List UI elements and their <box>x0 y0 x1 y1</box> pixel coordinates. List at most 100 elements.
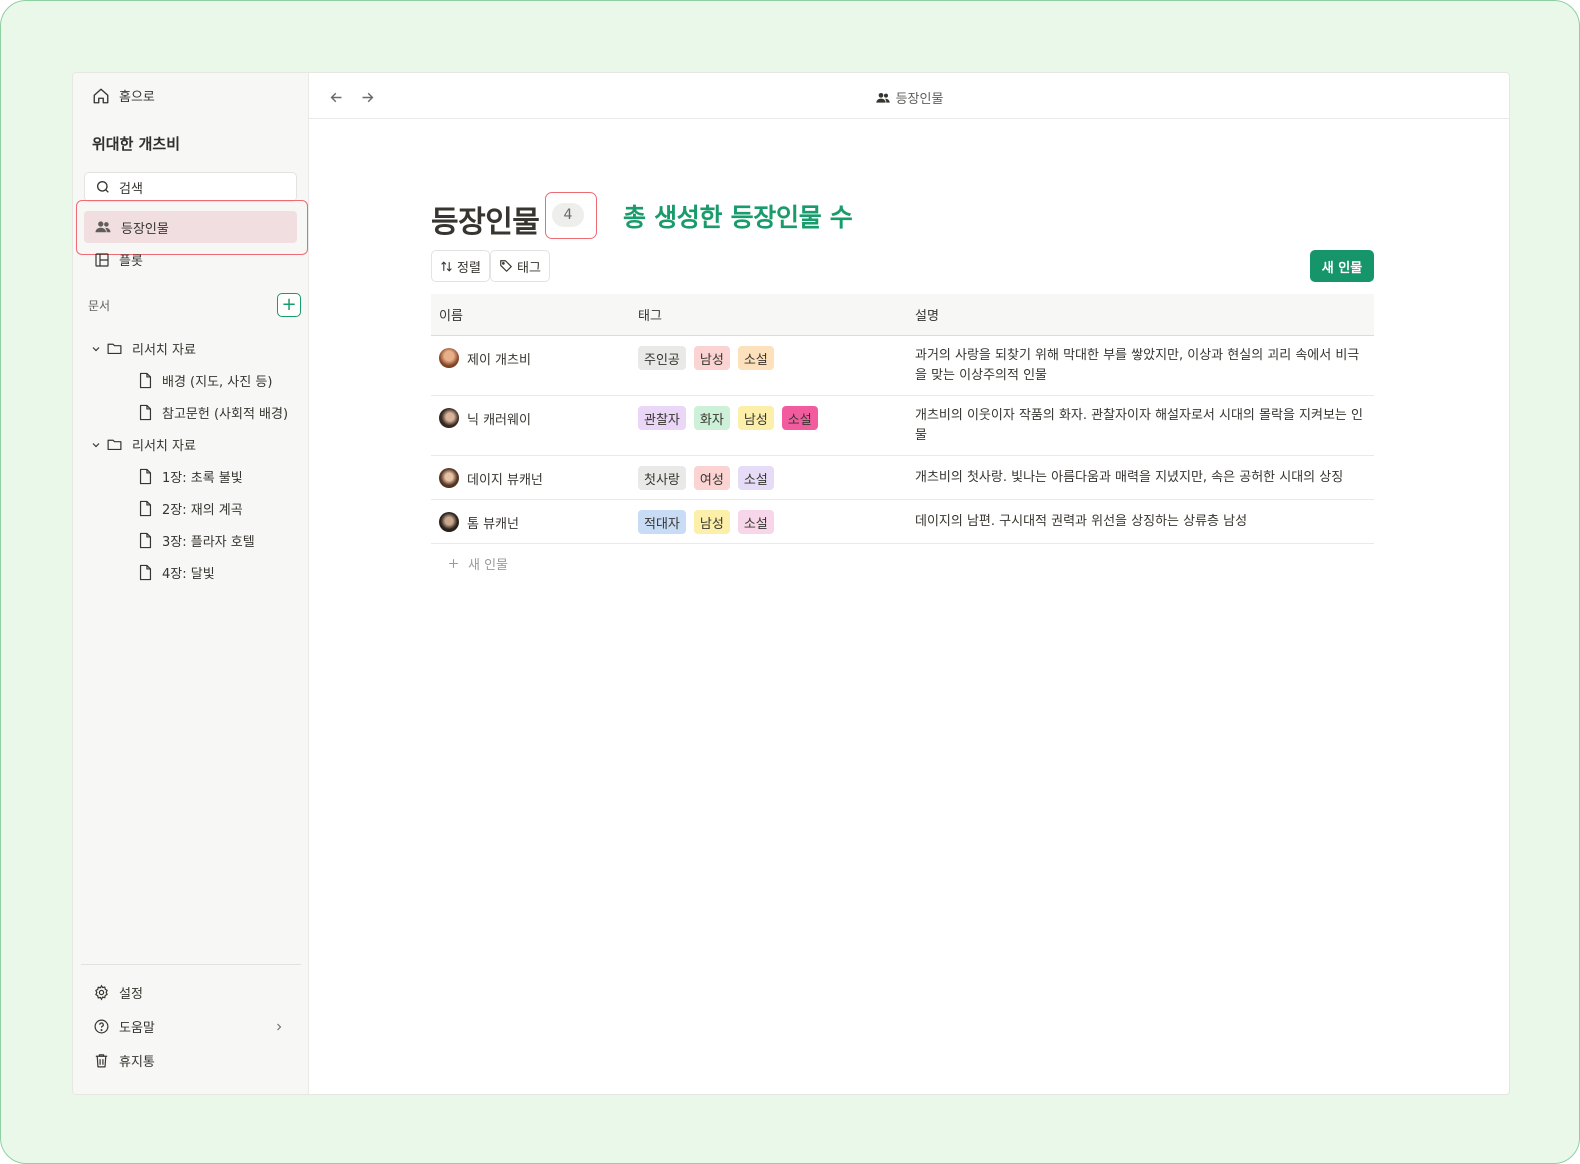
description-cell[interactable]: 개츠비의 이웃이자 작품의 화자. 관찰자이자 해설자로서 시대의 몰락을 지켜… <box>915 406 1365 446</box>
workspace-title: 위대한 개츠비 <box>92 135 181 153</box>
tag-chip: 적대자 <box>638 510 686 534</box>
sidebar: 홈으로 위대한 개츠비 검색 등장인물 플롯 문서 + 리서치 자료 배경 (지… <box>73 73 309 1094</box>
character-name-cell[interactable]: 톰 뷰캐넌 <box>439 512 519 532</box>
sidebar-item-plot[interactable]: 플롯 <box>94 250 143 269</box>
tags-cell[interactable]: 적대자 남성 소설 <box>638 510 774 534</box>
breadcrumb: 등장인물 <box>309 88 1509 107</box>
help-circle-icon <box>94 1019 109 1034</box>
description-cell[interactable]: 개츠비의 첫사랑. 빛나는 아름다움과 매력을 지녔지만, 속은 공허한 시대의… <box>915 468 1365 488</box>
folder-icon <box>107 343 122 355</box>
tag-chip: 남성 <box>693 346 730 370</box>
app-window: 홈으로 위대한 개츠비 검색 등장인물 플롯 문서 + 리서치 자료 배경 (지… <box>72 72 1510 1095</box>
table-row[interactable]: 제이 개츠비 주인공 남성 소설 과거의 사랑을 되찾기 위해 막대한 부를 쌓… <box>431 336 1374 396</box>
trash-icon <box>95 1054 108 1068</box>
character-name-cell[interactable]: 제이 개츠비 <box>439 348 531 368</box>
people-icon <box>95 221 111 233</box>
table-row[interactable]: 데이지 뷰캐넌 첫사랑 여성 소설 개츠비의 첫사랑. 빛나는 아름다움과 매력… <box>431 456 1374 500</box>
tag-chip: 관찰자 <box>638 406 686 430</box>
tag-chip: 소설 <box>737 346 774 370</box>
breadcrumb-label: 등장인물 <box>895 92 944 107</box>
character-name: 톰 뷰캐넌 <box>467 516 519 532</box>
tag-chip: 남성 <box>693 510 730 534</box>
description-cell[interactable]: 과거의 사랑을 되찾기 위해 막대한 부를 쌓았지만, 이상과 현실의 괴리 속… <box>915 346 1365 386</box>
document-icon <box>139 500 152 517</box>
tag-label: 태그 <box>517 260 541 276</box>
tag-filter-button[interactable]: 태그 <box>490 250 550 282</box>
chevron-down-icon <box>92 346 100 351</box>
character-name: 데이지 뷰캐넌 <box>467 472 543 488</box>
trash-link[interactable]: 휴지통 <box>93 1051 155 1070</box>
tree-item-label: 4장: 달빛 <box>162 567 215 582</box>
character-name: 닉 캐러웨이 <box>467 412 531 428</box>
add-row-label: 새 인물 <box>468 558 509 573</box>
sort-button[interactable]: 정렬 <box>431 250 490 282</box>
chevron-right-icon[interactable] <box>273 1021 285 1033</box>
home-link[interactable]: 홈으로 <box>92 86 155 105</box>
page-title: 등장인물 <box>431 205 540 240</box>
tag-chip: 소설 <box>781 406 818 430</box>
tree-item-label: 참고문헌 (사회적 배경) <box>162 407 289 422</box>
tree-item-label: 리서치 자료 <box>132 343 196 358</box>
table-row[interactable]: 톰 뷰캐넌 적대자 남성 소설 데이지의 남편. 구시대적 권력과 위선을 상징… <box>431 500 1374 544</box>
search-input[interactable]: 검색 <box>84 172 297 202</box>
character-name-cell[interactable]: 닉 캐러웨이 <box>439 408 531 428</box>
search-icon <box>97 181 109 193</box>
help-link[interactable]: 도움말 <box>93 1017 155 1036</box>
home-icon <box>93 88 109 103</box>
table-header: 이름 태그 설명 <box>431 294 1374 336</box>
tree-doc[interactable]: 배경 (지도, 사진 등) <box>138 371 272 390</box>
settings-link[interactable]: 설정 <box>93 983 143 1002</box>
tree-item-label: 3장: 플라자 호텔 <box>162 535 255 550</box>
sort-label: 정렬 <box>457 260 481 276</box>
tags-cell[interactable]: 주인공 남성 소설 <box>638 346 774 370</box>
avatar <box>439 468 459 488</box>
character-name-cell[interactable]: 데이지 뷰캐넌 <box>439 468 543 488</box>
column-header-description[interactable]: 설명 <box>915 305 939 324</box>
add-document-button[interactable]: + <box>277 293 301 317</box>
sidebar-item-characters[interactable]: 등장인물 <box>84 211 297 243</box>
sidebar-item-label: 플롯 <box>119 254 143 269</box>
tree-item-label: 1장: 초록 불빛 <box>162 471 243 486</box>
count-badge: 4 <box>552 203 584 227</box>
document-icon <box>139 564 152 581</box>
avatar <box>439 512 459 532</box>
tree-doc[interactable]: 4장: 달빛 <box>138 563 215 582</box>
people-icon <box>875 92 890 103</box>
main-content: 등장인물 등장인물 4 총 생성한 등장인물 수 정렬 태그 새 인물 이름 태… <box>309 73 1509 1094</box>
avatar <box>439 408 459 428</box>
add-character-row[interactable]: 새 인물 <box>447 554 508 573</box>
tag-chip: 첫사랑 <box>638 466 686 490</box>
new-character-button[interactable]: 새 인물 <box>1310 250 1374 282</box>
characters-table: 이름 태그 설명 제이 개츠비 주인공 남성 소설 과거의 사랑을 되찾기 위해… <box>431 294 1374 544</box>
settings-label: 설정 <box>119 987 143 1002</box>
home-label: 홈으로 <box>119 90 155 105</box>
sort-icon <box>441 260 452 272</box>
document-icon <box>139 404 152 421</box>
description-cell[interactable]: 데이지의 남편. 구시대적 권력과 위선을 상징하는 상류층 남성 <box>915 512 1365 532</box>
tree-item-label: 배경 (지도, 사진 등) <box>162 375 273 390</box>
tree-doc[interactable]: 1장: 초록 불빛 <box>138 467 243 486</box>
tag-chip: 여성 <box>693 466 730 490</box>
top-bar: 등장인물 <box>309 73 1509 119</box>
tag-chip: 남성 <box>737 406 774 430</box>
folder-icon <box>107 439 122 451</box>
document-icon <box>139 532 152 549</box>
help-label: 도움말 <box>119 1021 155 1036</box>
tree-item-label: 2장: 재의 계곡 <box>162 503 243 518</box>
device-frame: 홈으로 위대한 개츠비 검색 등장인물 플롯 문서 + 리서치 자료 배경 (지… <box>0 0 1580 1164</box>
tags-cell[interactable]: 관찰자 화자 남성 소설 <box>638 406 818 430</box>
avatar <box>439 348 459 368</box>
chevron-down-icon <box>92 442 100 447</box>
tree-doc[interactable]: 3장: 플라자 호텔 <box>138 531 255 550</box>
tree-folder[interactable]: 리서치 자료 <box>90 339 196 358</box>
tags-cell[interactable]: 첫사랑 여성 소설 <box>638 466 774 490</box>
annotation-text: 총 생성한 등장인물 수 <box>623 203 853 232</box>
column-header-tags[interactable]: 태그 <box>638 305 662 324</box>
character-name: 제이 개츠비 <box>467 352 531 368</box>
tree-folder[interactable]: 리서치 자료 <box>90 435 196 454</box>
tree-doc[interactable]: 참고문헌 (사회적 배경) <box>138 403 288 422</box>
tree-doc[interactable]: 2장: 재의 계곡 <box>138 499 243 518</box>
document-icon <box>139 468 152 485</box>
table-row[interactable]: 닉 캐러웨이 관찰자 화자 남성 소설 개츠비의 이웃이자 작품의 화자. 관찰… <box>431 396 1374 456</box>
column-header-name[interactable]: 이름 <box>439 305 463 324</box>
